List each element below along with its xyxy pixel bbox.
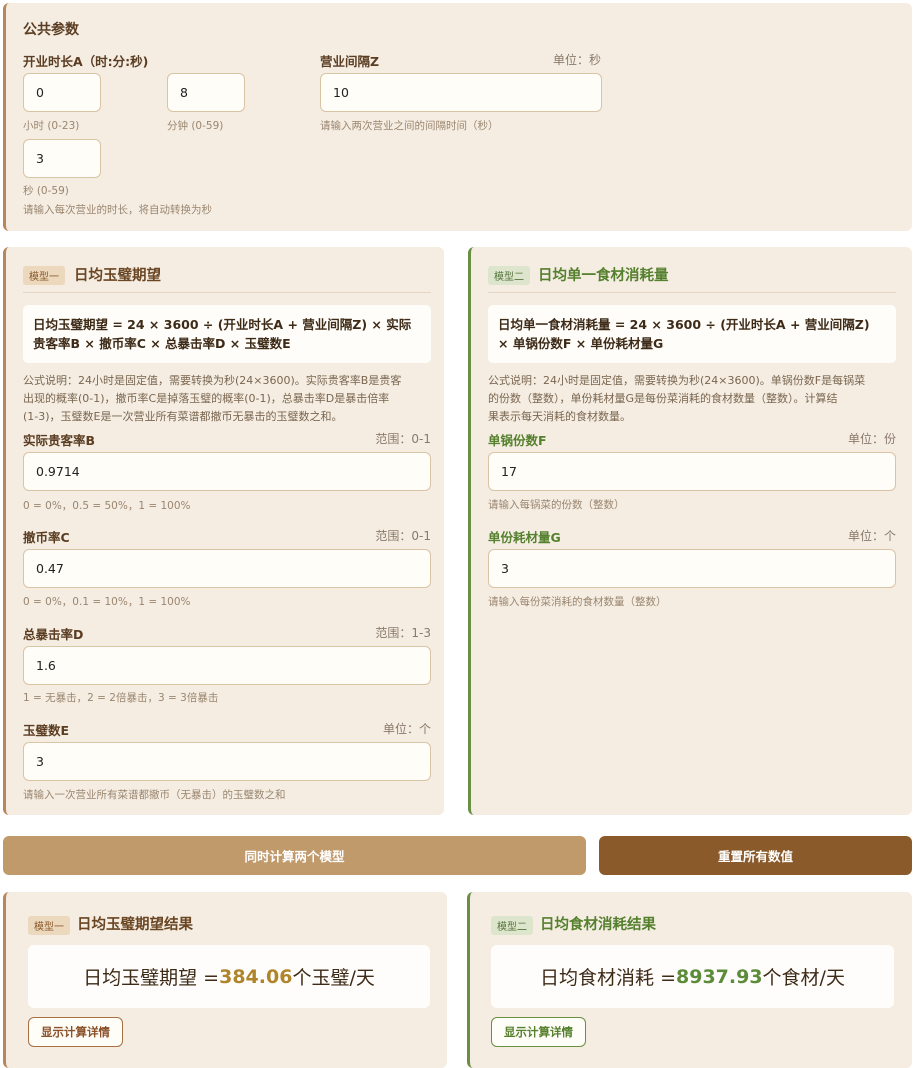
model2-badge: 模型二: [488, 266, 530, 285]
result2-value: 8937.93: [676, 965, 763, 988]
result1-card: 模型一 日均玉璧期望结果 日均玉璧期望 = 384.06 个玉璧/天 显示计算详…: [3, 892, 447, 1068]
guest-rate-hint: 0 = 0%，0.5 = 50%，1 = 100%: [23, 500, 191, 512]
model2-divider: [488, 292, 896, 293]
interval-hint: 请输入两次营业之间的间隔时间（秒）: [320, 120, 499, 132]
crit-rate-hint: 1 = 无暴击，2 = 2倍暴击，3 = 3倍暴击: [23, 692, 219, 704]
calculate-both-button[interactable]: 同时计算两个模型: [3, 836, 586, 875]
portions-input[interactable]: 17: [488, 452, 896, 491]
model1-desc-line3: (1-3)，玉璧数E是一次营业所有菜谱都撤币无暴击的玉璧数之和。: [23, 410, 343, 423]
guest-rate-range: 范围：0-1: [375, 432, 431, 446]
interval-input[interactable]: 10: [320, 73, 602, 112]
model2-formula-line2: × 单锅份数F × 单份耗材量G: [498, 336, 664, 351]
result1-value: 384.06: [219, 965, 293, 988]
jade-count-input[interactable]: 3: [23, 742, 431, 781]
jade-count-hint: 请输入一次营业所有菜谱都撤币（无暴击）的玉璧数之和: [23, 789, 286, 801]
minutes-input[interactable]: 8: [167, 73, 245, 112]
hours-input[interactable]: 0: [23, 73, 101, 112]
model1-formula-line1: 日均玉璧期望 = 24 × 3600 ÷ (开业时长A + 营业间隔Z) × 实…: [33, 317, 412, 332]
drop-rate-input[interactable]: 0.47: [23, 549, 431, 588]
crit-rate-label: 总暴击率D: [23, 627, 84, 642]
seconds-hint: 秒 (0-59): [23, 185, 69, 197]
model2-desc-line2: 的份数（整数），单份耗材量G是每份菜消耗的食材数量（整数）。计算结: [488, 392, 838, 405]
guest-rate-label: 实际贵客率B: [23, 433, 96, 448]
result2-prefix: 日均食材消耗 =: [540, 967, 676, 989]
common-params-card: 公共参数 开业时长A（时:分:秒) 0 小时 (0-23) 8 分钟 (0-59…: [3, 3, 912, 231]
model1-title: 日均玉璧期望: [74, 268, 161, 284]
jade-count-unit: 单位：个: [382, 722, 431, 736]
material-per-portion-unit: 单位：个: [847, 529, 896, 543]
result1-badge: 模型一: [28, 916, 70, 935]
portions-hint: 请输入每锅菜的份数（整数）: [488, 499, 625, 511]
reset-all-button[interactable]: 重置所有数值: [599, 836, 912, 875]
result1-display: 日均玉璧期望 = 384.06 个玉璧/天: [28, 945, 430, 1008]
portions-label: 单锅份数F: [488, 433, 547, 448]
portions-unit: 单位：份: [847, 432, 896, 446]
model2-desc-line1: 公式说明：24小时是固定值，需要转换为秒(24×3600)。单锅份数F是每锅菜: [488, 374, 866, 387]
drop-rate-hint: 0 = 0%，0.1 = 10%，1 = 100%: [23, 596, 191, 608]
model2-title: 日均单一食材消耗量: [538, 268, 669, 284]
hours-hint: 小时 (0-23): [23, 120, 80, 132]
model2-formula-line1: 日均单一食材消耗量 = 24 × 3600 ÷ (开业时长A + 营业间隔Z): [498, 317, 870, 332]
interval-label: 营业间隔Z: [320, 54, 380, 69]
result1-title: 日均玉璧期望结果: [77, 917, 193, 933]
guest-rate-input[interactable]: 0.9714: [23, 452, 431, 491]
model2-description: 公式说明：24小时是固定值，需要转换为秒(24×3600)。单锅份数F是每锅菜 …: [488, 372, 900, 426]
result2-details-button[interactable]: 显示计算详情: [491, 1017, 586, 1047]
material-per-portion-input[interactable]: 3: [488, 549, 896, 588]
duration-hint: 请输入每次营业的时长，将自动转换为秒: [23, 204, 212, 216]
model1-divider: [23, 292, 431, 293]
model1-desc-line2: 出现的概率(0-1)，撤币率C是掉落玉璧的概率(0-1)，总暴击率D是暴击倍率: [23, 392, 390, 405]
result2-card: 模型二 日均食材消耗结果 日均食材消耗 = 8937.93 个食材/天 显示计算…: [467, 892, 912, 1068]
common-params-title: 公共参数: [23, 22, 79, 38]
interval-unit: 单位：秒: [552, 53, 601, 67]
result1-prefix: 日均玉璧期望 =: [83, 967, 220, 989]
jade-count-label: 玉璧数E: [23, 723, 70, 738]
crit-rate-input[interactable]: 1.6: [23, 646, 431, 685]
model1-formula: 日均玉璧期望 = 24 × 3600 ÷ (开业时长A + 营业间隔Z) × 实…: [23, 305, 431, 363]
duration-label: 开业时长A（时:分:秒): [23, 54, 149, 69]
seconds-input[interactable]: 3: [23, 139, 101, 178]
minutes-hint: 分钟 (0-59): [167, 120, 224, 132]
result2-suffix: 个食材/天: [762, 967, 845, 989]
model2-desc-line3: 果表示每天消耗的食材数量。: [488, 410, 631, 423]
drop-rate-range: 范围：0-1: [375, 529, 431, 543]
model1-badge: 模型一: [23, 266, 65, 285]
material-per-portion-hint: 请输入每份菜消耗的食材数量（整数）: [488, 596, 667, 608]
result2-display: 日均食材消耗 = 8937.93 个食材/天: [491, 945, 894, 1008]
model2-card: 模型二 日均单一食材消耗量 日均单一食材消耗量 = 24 × 3600 ÷ (开…: [468, 247, 912, 815]
model1-description: 公式说明：24小时是固定值，需要转换为秒(24×3600)。实际贵客率B是贵客 …: [23, 372, 433, 426]
result1-details-button[interactable]: 显示计算详情: [28, 1017, 123, 1047]
model1-formula-line2: 贵客率B × 撤币率C × 总暴击率D × 玉璧数E: [33, 336, 291, 351]
model2-formula: 日均单一食材消耗量 = 24 × 3600 ÷ (开业时长A + 营业间隔Z) …: [488, 305, 896, 363]
model1-card: 模型一 日均玉璧期望 日均玉璧期望 = 24 × 3600 ÷ (开业时长A +…: [3, 247, 444, 815]
result2-title: 日均食材消耗结果: [540, 917, 656, 933]
model1-desc-line1: 公式说明：24小时是固定值，需要转换为秒(24×3600)。实际贵客率B是贵客: [23, 374, 402, 387]
result2-badge: 模型二: [491, 916, 533, 935]
crit-rate-range: 范围：1-3: [375, 626, 431, 640]
result1-suffix: 个玉璧/天: [292, 967, 375, 989]
drop-rate-label: 撤币率C: [23, 530, 70, 545]
material-per-portion-label: 单份耗材量G: [488, 530, 561, 545]
